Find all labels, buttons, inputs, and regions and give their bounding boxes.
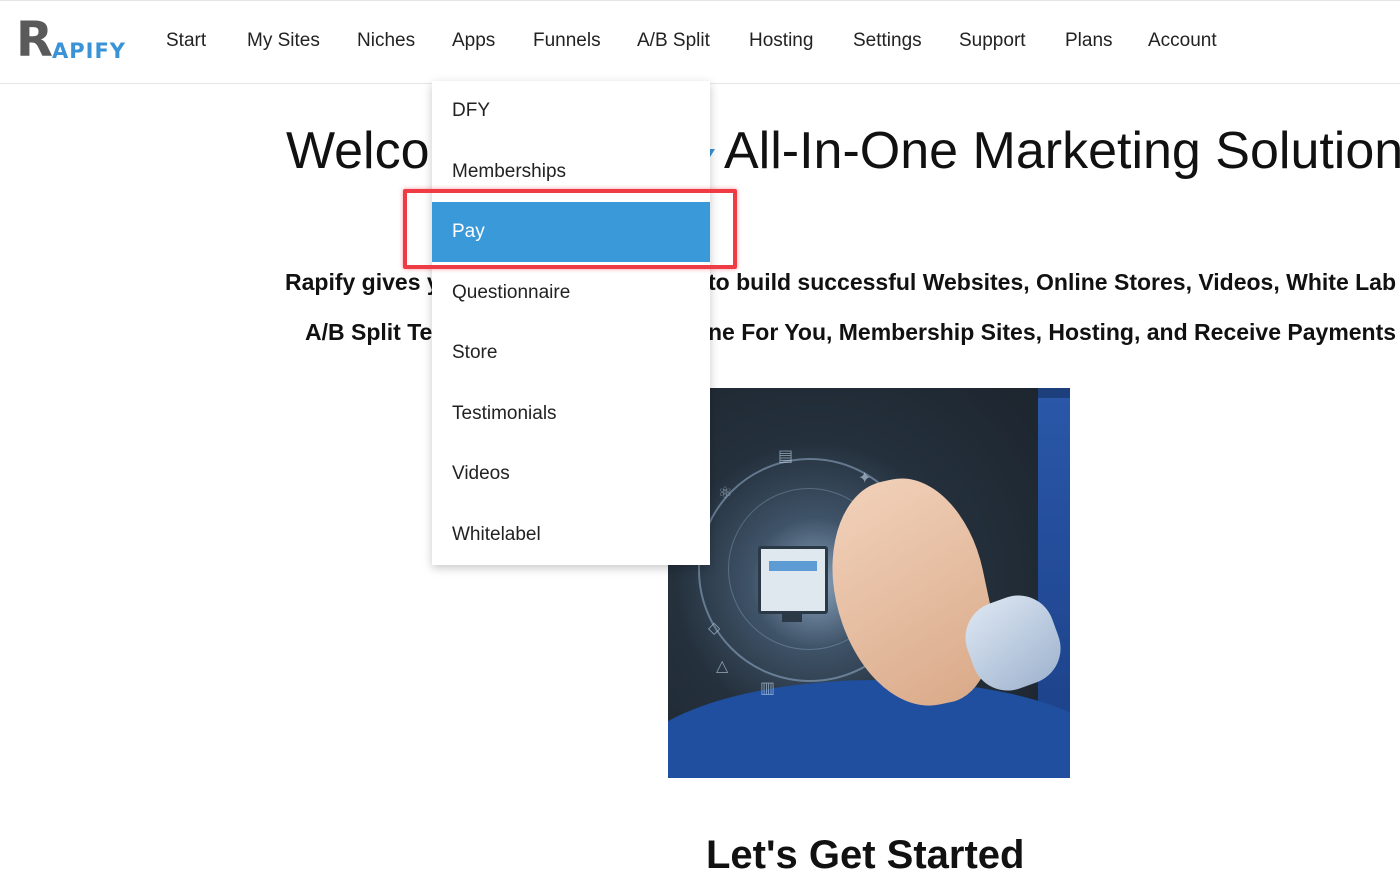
nav-plans[interactable]: Plans	[1065, 29, 1113, 53]
page-title-right: All-In-One Marketing Solution	[724, 122, 1400, 180]
menu-item-label: Memberships	[452, 161, 567, 182]
cube-icon: ◇	[708, 618, 721, 637]
menu-item-label: Whitelabel	[452, 524, 541, 545]
logo-initial: R	[16, 12, 53, 68]
menu-item-label: Questionnaire	[452, 282, 571, 303]
menu-item-label: Store	[452, 342, 498, 363]
menu-item-whitelabel[interactable]: Whitelabel	[432, 505, 710, 565]
nav-apps[interactable]: Apps	[452, 29, 495, 53]
nav-my-sites[interactable]: My Sites	[247, 29, 320, 53]
nav-account[interactable]: Account	[1148, 29, 1217, 53]
monitor-icon	[758, 546, 828, 614]
nav-hosting[interactable]: Hosting	[749, 29, 813, 53]
monitor-screen-bar	[769, 561, 817, 571]
logo-wordmark: APIFY	[52, 39, 127, 63]
menu-item-label: Testimonials	[452, 403, 557, 424]
nav-funnels[interactable]: Funnels	[533, 29, 601, 53]
triangle-icon: △	[716, 656, 729, 675]
rapify-logo[interactable]: R APIFY	[16, 15, 132, 65]
menu-item-label: DFY	[452, 100, 490, 121]
apps-dropdown-menu: DFY Memberships Pay Questionnaire Store …	[432, 81, 710, 565]
nav-ab-split[interactable]: A/B Split	[637, 29, 710, 53]
nav-niches[interactable]: Niches	[357, 29, 415, 53]
product-box-image: ⚛ ▤ ✦ ◇ ▥ △	[668, 388, 1070, 778]
get-started-heading: Let's Get Started	[706, 833, 1025, 877]
menu-item-label: Videos	[452, 463, 510, 484]
menu-item-questionnaire[interactable]: Questionnaire	[432, 263, 710, 323]
menu-item-store[interactable]: Store	[432, 323, 710, 383]
monitor-stand	[782, 612, 802, 622]
intro-line-2-left: A/B Split Te	[305, 319, 433, 345]
chart-icon: ▤	[778, 446, 794, 465]
menu-item-testimonials[interactable]: Testimonials	[432, 384, 710, 444]
menu-item-videos[interactable]: Videos	[432, 444, 710, 504]
pay-highlight-annotation	[403, 189, 737, 269]
menu-item-dfy[interactable]: DFY	[432, 81, 710, 141]
intro-line-1-left: Rapify gives y	[285, 269, 440, 295]
intro-line-2-right: ne For You, Membership Sites, Hosting, a…	[708, 319, 1397, 345]
intro-line-1-right: to build successful Websites, Online Sto…	[708, 269, 1397, 295]
bar-chart-icon: ▥	[760, 678, 776, 697]
top-navigation-bar: R APIFY Start My Sites Niches Apps Funne…	[0, 0, 1400, 84]
nav-settings[interactable]: Settings	[853, 29, 922, 53]
page-title: Welco All-In-One Marketing Solution	[286, 117, 1400, 185]
atom-icon: ⚛	[718, 483, 733, 502]
sparkle-icon: ✦	[858, 468, 872, 487]
nav-support[interactable]: Support	[959, 29, 1026, 53]
nav-start[interactable]: Start	[166, 29, 206, 53]
page-title-left: Welco	[286, 122, 430, 180]
